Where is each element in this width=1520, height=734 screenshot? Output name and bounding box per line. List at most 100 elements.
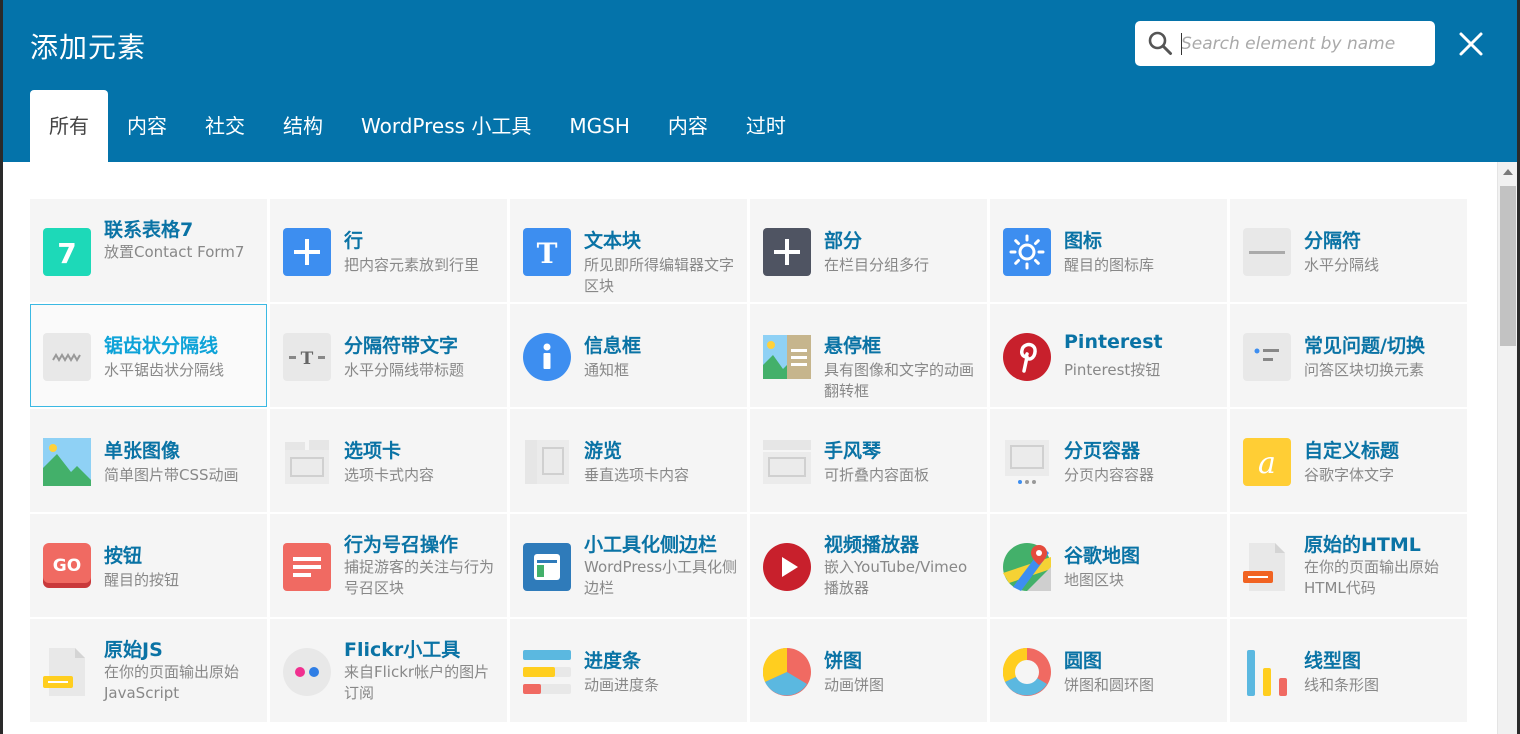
element-description: 通知框 bbox=[584, 361, 630, 379]
element-tile[interactable]: T 分隔符带文字 水平分隔线带标题 bbox=[270, 304, 507, 407]
element-tile[interactable]: 分页容器分页内容容器 bbox=[990, 409, 1227, 512]
close-icon[interactable] bbox=[1455, 28, 1487, 60]
scroll-thumb[interactable] bbox=[1500, 186, 1516, 346]
tab-social[interactable]: 社交 bbox=[186, 90, 264, 162]
element-description: 醒目的按钮 bbox=[104, 571, 180, 589]
element-tile[interactable]: GO 按钮 醒目的按钮 bbox=[30, 514, 267, 617]
element-description: 分页内容容器 bbox=[1064, 466, 1155, 484]
element-tile[interactable]: 线型图 线和条形图 bbox=[1230, 619, 1467, 722]
tab-wordpress-widgets[interactable]: WordPress 小工具 bbox=[342, 90, 550, 162]
element-name: 手风琴 bbox=[824, 440, 882, 462]
element-name: 线型图 bbox=[1304, 650, 1362, 672]
element-name: 分页容器 bbox=[1064, 440, 1141, 462]
zigzag-icon bbox=[43, 333, 91, 381]
tab-content[interactable]: 内容 bbox=[108, 90, 186, 162]
element-description: 在你的页面输出原始JavaScript bbox=[104, 663, 240, 702]
element-tile[interactable]: 谷歌地图 地图区块 bbox=[990, 514, 1227, 617]
element-tile[interactable]: 单张图像 简单图片带CSS动画 bbox=[30, 409, 267, 512]
dialog-header: 添加元素 所有 内容 社交 结构 WordPress 小工具 MGSH 内容 过… bbox=[3, 0, 1517, 162]
svg-text:T: T bbox=[301, 349, 314, 369]
element-tile[interactable]: 小工具化侧边栏 WordPress小工具化侧边栏 bbox=[510, 514, 747, 617]
element-tile[interactable]: 7 联系表格7 放置Contact Form7 bbox=[30, 199, 267, 302]
element-tile[interactable]: a 自定义标题 谷歌字体文字 bbox=[1230, 409, 1467, 512]
tab-all[interactable]: 所有 bbox=[30, 90, 108, 162]
element-tile[interactable]: 分隔符 水平分隔线 bbox=[1230, 199, 1467, 302]
element-tile[interactable]: 信息框 通知框 bbox=[510, 304, 747, 407]
element-name: 部分 bbox=[824, 230, 863, 252]
element-tile[interactable]: 行为号召操作 捕捉游客的关注与行为号召区块 bbox=[270, 514, 507, 617]
tab-content-2[interactable]: 内容 bbox=[649, 90, 727, 162]
category-tabs: 所有 内容 社交 结构 WordPress 小工具 MGSH 内容 过时 bbox=[30, 90, 805, 162]
sun-icon bbox=[1003, 228, 1051, 276]
element-description: 在栏目分组多行 bbox=[824, 256, 930, 274]
raw-js-icon bbox=[43, 648, 85, 696]
bar-chart-icon bbox=[1247, 650, 1287, 696]
element-tile[interactable]: 选项卡 选项卡式内容 bbox=[270, 409, 507, 512]
element-name: 谷歌地图 bbox=[1064, 545, 1141, 567]
element-name: 图标 bbox=[1064, 230, 1103, 252]
scrollbar[interactable] bbox=[1497, 162, 1517, 734]
element-name: 按钮 bbox=[104, 545, 143, 567]
element-name: 悬停框 bbox=[824, 335, 882, 357]
faq-toggle-icon bbox=[1243, 333, 1291, 381]
scroll-up-arrow-icon[interactable] bbox=[1498, 164, 1517, 180]
element-description: 问答区块切换元素 bbox=[1304, 361, 1425, 379]
element-tile[interactable]: 悬停框具有图像和文字的动画翻转框 bbox=[750, 304, 987, 407]
element-tile[interactable]: 视频播放器 嵌入YouTube/Vimeo播放器 bbox=[750, 514, 987, 617]
tour-icon bbox=[525, 440, 569, 484]
element-name: 分隔符带文字 bbox=[344, 335, 459, 357]
search-input[interactable] bbox=[1181, 27, 1425, 60]
element-name: 联系表格7 bbox=[104, 219, 194, 241]
element-name: 分隔符 bbox=[1304, 230, 1362, 252]
element-description: 谷歌字体文字 bbox=[1304, 466, 1395, 484]
element-description: 动画进度条 bbox=[584, 676, 660, 694]
separator-text-icon: T bbox=[283, 333, 331, 381]
element-tile[interactable]: 游览 垂直选项卡内容 bbox=[510, 409, 747, 512]
add-element-dialog: 添加元素 所有 内容 社交 结构 WordPress 小工具 MGSH 内容 过… bbox=[3, 0, 1517, 734]
element-tile[interactable]: 常见问题/切换 问答区块切换元素 bbox=[1230, 304, 1467, 407]
element-name: 原始的HTML bbox=[1304, 534, 1421, 556]
pie-chart-icon bbox=[763, 648, 811, 696]
element-tile[interactable]: 进度条 动画进度条 bbox=[510, 619, 747, 722]
element-name: Flickr小工具 bbox=[344, 639, 461, 661]
element-name: 锯齿状分隔线 bbox=[104, 335, 219, 357]
element-tile[interactable]: 圆图 饼图和圆环图 bbox=[990, 619, 1227, 722]
element-name: 行为号召操作 bbox=[344, 534, 459, 556]
element-tile[interactable]: Flickr小工具 来自Flickr帐户的图片订阅 bbox=[270, 619, 507, 722]
element-name: 进度条 bbox=[584, 650, 642, 672]
pageable-container-icon bbox=[1005, 440, 1049, 484]
donut-chart-icon bbox=[1003, 648, 1051, 696]
element-description: 所见即所得编辑器文字区块 bbox=[584, 256, 735, 295]
svg-text:T: T bbox=[537, 237, 558, 270]
element-description: 具有图像和文字的动画翻转框 bbox=[824, 361, 975, 400]
accordion-icon bbox=[763, 440, 811, 484]
element-description: 地图区块 bbox=[1064, 571, 1125, 589]
svg-text:a: a bbox=[1258, 446, 1276, 481]
element-tile[interactable]: Pinterest Pinterest按钮 bbox=[990, 304, 1227, 407]
element-tile[interactable]: 原始JS 在你的页面输出原始JavaScript bbox=[30, 619, 267, 722]
element-name: 游览 bbox=[584, 440, 623, 462]
element-tile[interactable]: 图标 醒目的图标库 bbox=[990, 199, 1227, 302]
element-tile[interactable]: 饼图 动画饼图 bbox=[750, 619, 987, 722]
video-player-icon bbox=[763, 543, 811, 591]
element-description: 把内容元素放到行里 bbox=[344, 256, 480, 274]
element-list: 7 联系表格7 放置Contact Form7 行把内容元素放到行里 T 文本块 所见即所得… bbox=[3, 162, 1497, 734]
raw-html-icon bbox=[1243, 543, 1285, 591]
element-tile[interactable]: 行把内容元素放到行里 bbox=[270, 199, 507, 302]
element-name: 原始JS bbox=[104, 639, 163, 661]
element-description: 醒目的图标库 bbox=[1064, 256, 1155, 274]
tab-mgsh[interactable]: MGSH bbox=[550, 90, 649, 162]
search-box[interactable] bbox=[1135, 21, 1435, 66]
element-description: 捕捉游客的关注与行为号召区块 bbox=[344, 558, 495, 597]
tab-structure[interactable]: 结构 bbox=[264, 90, 342, 162]
element-description: 线和条形图 bbox=[1304, 676, 1380, 694]
element-tile[interactable]: 部分 在栏目分组多行 bbox=[750, 199, 987, 302]
text-block-icon: T bbox=[523, 228, 571, 276]
element-name: 行 bbox=[344, 230, 364, 252]
element-tile[interactable]: 原始的HTML 在你的页面输出原始HTML代码 bbox=[1230, 514, 1467, 617]
tab-deprecated[interactable]: 过时 bbox=[727, 90, 805, 162]
element-tile[interactable]: 手风琴 可折叠内容面板 bbox=[750, 409, 987, 512]
element-tile[interactable]: T 文本块 所见即所得编辑器文字区块 bbox=[510, 199, 747, 302]
tabs-icon bbox=[285, 440, 329, 484]
element-tile[interactable]: 锯齿状分隔线 水平锯齿状分隔线 bbox=[30, 304, 267, 407]
